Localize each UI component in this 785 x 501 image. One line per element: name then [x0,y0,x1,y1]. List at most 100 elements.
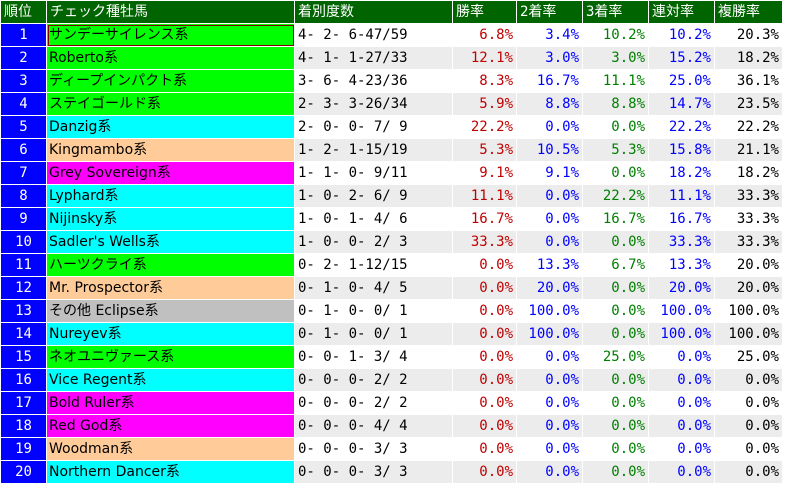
rentai-rate-cell: 0.0% [648,368,715,392]
header-second-rate[interactable]: 2着率 [516,0,583,24]
table-row[interactable]: 17 Bold Ruler系 0- 0- 0- 2/ 2 0.0% 0.0% 0.0% 0.… [0,391,783,415]
rank-cell: 19 [0,437,47,461]
sire-name-label: Red God系 [49,417,123,434]
sire-name-label: サンデーサイレンス系 [49,26,189,43]
record-cell: 4- 1- 1-27/33 [294,46,453,70]
sire-name-cell: Grey Sovereign系 [46,161,295,185]
win-rate-cell: 6.8% [452,23,517,47]
win-rate-cell: 0.0% [452,322,517,346]
win-rate-cell: 33.3% [452,230,517,254]
record-cell: 0- 1- 0- 0/ 1 [294,322,453,346]
table-row[interactable]: 8 Lyphard系 1- 0- 2- 6/ 9 11.1% 0.0% 22.2% 11.1… [0,184,783,208]
table-row[interactable]: 13 その他 Eclipse系 0- 1- 0- 0/ 1 0.0% 100.0% 0.0… [0,299,783,323]
sire-name-label: Bold Ruler系 [49,394,135,411]
second-rate-cell: 20.0% [516,276,583,300]
table-row[interactable]: 16 Vice Regent系 0- 0- 0- 2/ 2 0.0% 0.0% 0.0% 0… [0,368,783,392]
rentai-rate-cell: 0.0% [648,391,715,415]
record-cell: 0- 1- 0- 0/ 1 [294,299,453,323]
table-row[interactable]: 20 Northern Dancer系 0- 0- 0- 3/ 3 0.0% 0.0% 0… [0,460,783,484]
rentai-rate-cell: 100.0% [648,322,715,346]
sire-name-cell: その他 Eclipse系 [46,299,295,323]
fukusho-rate-cell: 20.3% [714,23,783,47]
fukusho-rate-cell: 0.0% [714,414,783,438]
table-row[interactable]: 2 Roberto系 4- 1- 1-27/33 12.1% 3.0% 3.0% 15.2%… [0,46,783,70]
table-body: 1 サンデーサイレンス系 4- 2- 6-47/59 6.8% 3.4% 10.2% 10.… [0,23,783,484]
rank-cell: 17 [0,391,47,415]
third-rate-cell: 6.7% [582,253,649,277]
rank-cell: 15 [0,345,47,369]
sire-name-label: ハーツクライ系 [49,256,147,273]
win-rate-cell: 16.7% [452,207,517,231]
table-row[interactable]: 14 Nureyev系 0- 1- 0- 0/ 1 0.0% 100.0% 0.0% 100… [0,322,783,346]
fukusho-rate-cell: 18.2% [714,46,783,70]
fukusho-rate-cell: 36.1% [714,69,783,93]
header-rank[interactable]: 順位 [0,0,47,24]
second-rate-cell: 10.5% [516,138,583,162]
sire-name-cell: ステイゴールド系 [46,92,295,116]
win-rate-cell: 0.0% [452,368,517,392]
second-rate-cell: 100.0% [516,299,583,323]
table-row[interactable]: 9 Nijinsky系 1- 0- 1- 4/ 6 16.7% 0.0% 16.7% 16.… [0,207,783,231]
record-cell: 2- 3- 3-26/34 [294,92,453,116]
header-win-rate[interactable]: 勝率 [452,0,517,24]
fukusho-rate-cell: 33.3% [714,184,783,208]
win-rate-cell: 22.2% [452,115,517,139]
sire-name-cell: Bold Ruler系 [46,391,295,415]
header-sire[interactable]: チェック種牡馬 [46,0,295,24]
record-cell: 4- 2- 6-47/59 [294,23,453,47]
win-rate-cell: 9.1% [452,161,517,185]
sire-name-label: Kingmambo系 [49,141,148,158]
table-row[interactable]: 7 Grey Sovereign系 1- 1- 0- 9/11 9.1% 9.1% 0.0… [0,161,783,185]
fukusho-rate-cell: 0.0% [714,391,783,415]
second-rate-cell: 3.4% [516,23,583,47]
header-third-rate[interactable]: 3着率 [582,0,649,24]
fukusho-rate-cell: 33.3% [714,207,783,231]
sire-name-label: ネオユニヴァース系 [49,348,175,365]
rank-cell: 7 [0,161,47,185]
third-rate-cell: 0.0% [582,414,649,438]
record-cell: 1- 0- 0- 2/ 3 [294,230,453,254]
sire-name-label: Vice Regent系 [49,371,147,388]
rank-cell: 13 [0,299,47,323]
rentai-rate-cell: 10.2% [648,23,715,47]
sire-name-cell: Danzig系 [46,115,295,139]
third-rate-cell: 0.0% [582,460,649,484]
fukusho-rate-cell: 25.0% [714,345,783,369]
third-rate-cell: 25.0% [582,345,649,369]
table-row[interactable]: 1 サンデーサイレンス系 4- 2- 6-47/59 6.8% 3.4% 10.2% 10.… [0,23,783,47]
win-rate-cell: 0.0% [452,299,517,323]
sire-name-label: ステイゴールド系 [49,95,161,112]
header-rentai-rate[interactable]: 連対率 [648,0,715,24]
win-rate-cell: 5.9% [452,92,517,116]
header-fukusho-rate[interactable]: 複勝率 [714,0,783,24]
table-row[interactable]: 10 Sadler's Wells系 1- 0- 0- 2/ 3 33.3% 0.0% 0… [0,230,783,254]
rank-cell: 12 [0,276,47,300]
rank-cell: 20 [0,460,47,484]
sire-name-label: Danzig系 [49,118,112,135]
table-row[interactable]: 3 ディープインパクト系 3- 6- 4-23/36 8.3% 16.7% 11.1% 25… [0,69,783,93]
third-rate-cell: 8.8% [582,92,649,116]
table-row[interactable]: 19 Woodman系 0- 0- 0- 3/ 3 0.0% 0.0% 0.0% 0.0% 0… [0,437,783,461]
table-row[interactable]: 15 ネオユニヴァース系 0- 0- 1- 3/ 4 0.0% 0.0% 25.0% 0.0… [0,345,783,369]
table-row[interactable]: 11 ハーツクライ系 0- 2- 1-12/15 0.0% 13.3% 6.7% 13.3%… [0,253,783,277]
second-rate-cell: 0.0% [516,207,583,231]
table-row[interactable]: 5 Danzig系 2- 0- 0- 7/ 9 22.2% 0.0% 0.0% 22.2% 2… [0,115,783,139]
third-rate-cell: 0.0% [582,437,649,461]
rentai-rate-cell: 100.0% [648,299,715,323]
table-row[interactable]: 6 Kingmambo系 1- 2- 1-15/19 5.3% 10.5% 5.3% 15.… [0,138,783,162]
header-record[interactable]: 着別度数 [294,0,453,24]
rank-cell: 8 [0,184,47,208]
sire-name-cell: Roberto系 [46,46,295,70]
record-cell: 3- 6- 4-23/36 [294,69,453,93]
second-rate-cell: 0.0% [516,230,583,254]
second-rate-cell: 0.0% [516,437,583,461]
rank-cell: 10 [0,230,47,254]
table-row[interactable]: 12 Mr. Prospector系 0- 1- 0- 4/ 5 0.0% 20.0% 0… [0,276,783,300]
rentai-rate-cell: 0.0% [648,414,715,438]
rentai-rate-cell: 0.0% [648,460,715,484]
rentai-rate-cell: 15.2% [648,46,715,70]
sire-name-cell: ハーツクライ系 [46,253,295,277]
table-row[interactable]: 18 Red God系 0- 0- 0- 4/ 4 0.0% 0.0% 0.0% 0.0% 0… [0,414,783,438]
second-rate-cell: 0.0% [516,391,583,415]
table-row[interactable]: 4 ステイゴールド系 2- 3- 3-26/34 5.9% 8.8% 8.8% 14.7% 2… [0,92,783,116]
